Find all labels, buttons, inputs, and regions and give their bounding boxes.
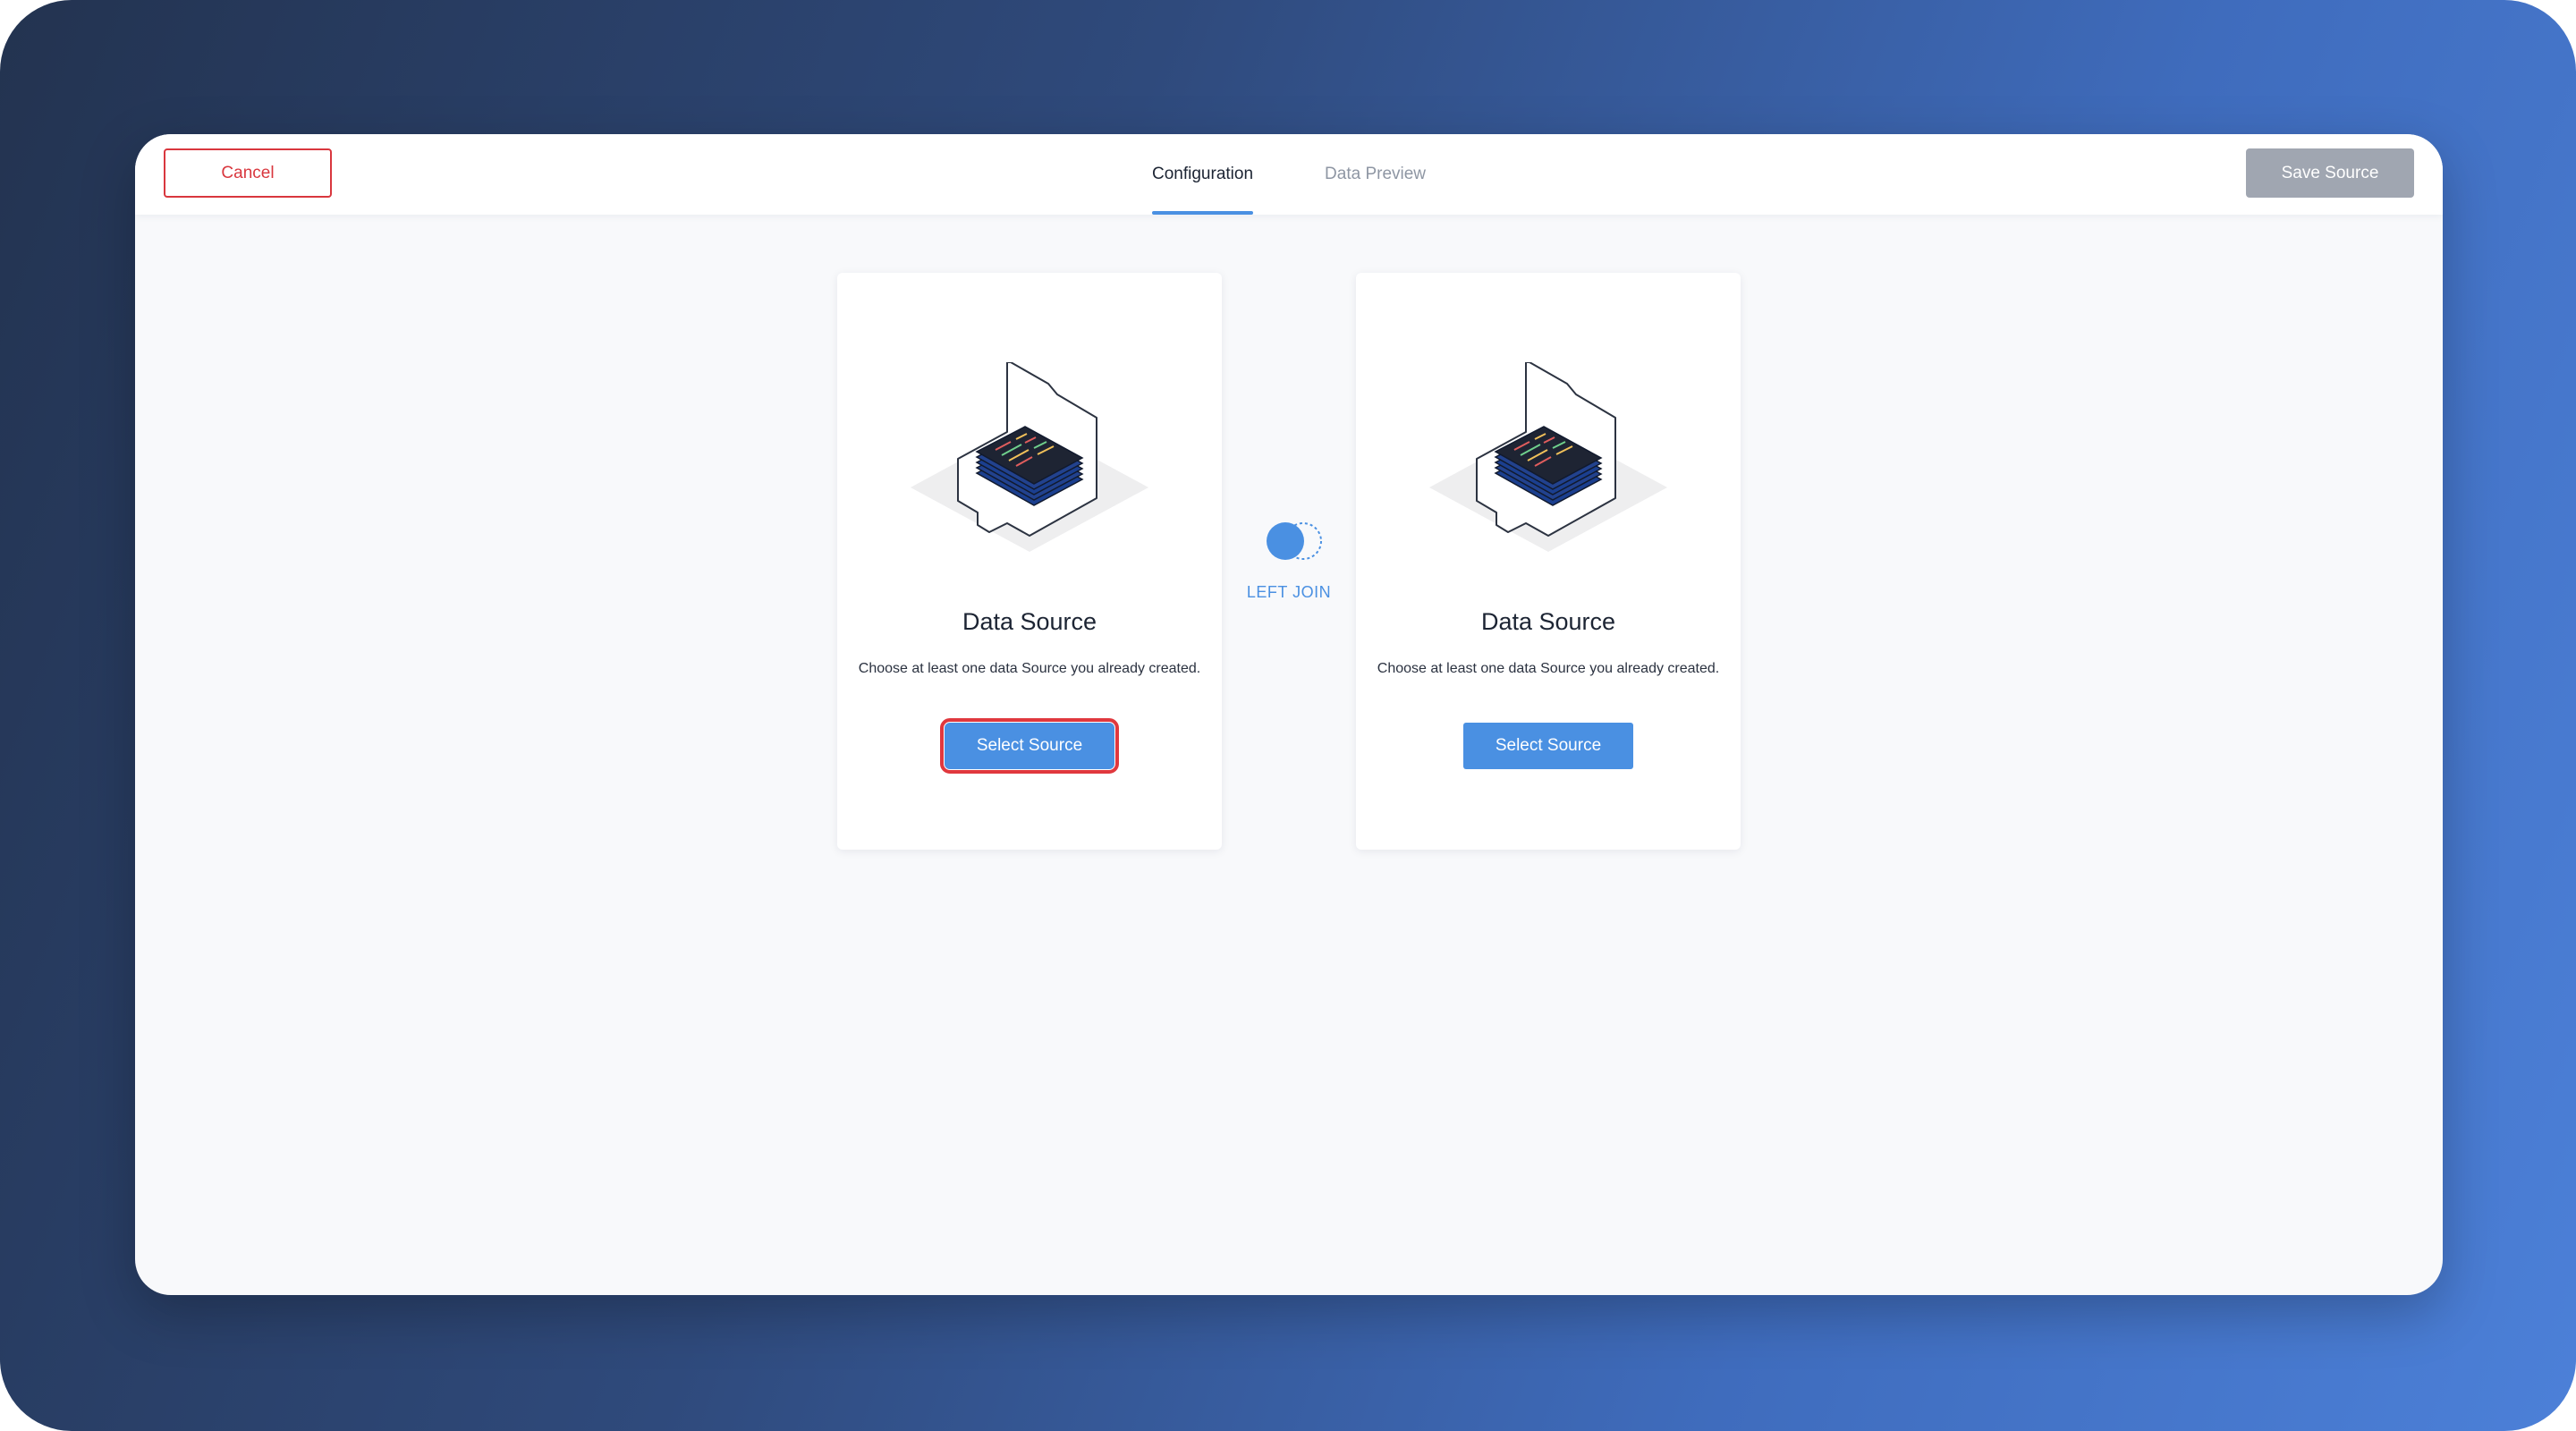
select-source-button-right[interactable]: Select Source bbox=[1463, 723, 1633, 769]
tab-configuration[interactable]: Configuration bbox=[1152, 134, 1254, 215]
data-source-card-left: Data Source Choose at least one data Sou… bbox=[837, 273, 1222, 850]
data-source-card-right: Data Source Choose at least one data Sou… bbox=[1356, 273, 1741, 850]
save-source-button[interactable]: Save Source bbox=[2246, 148, 2414, 198]
card-description: Choose at least one data Source you alre… bbox=[858, 661, 1201, 676]
card-description: Choose at least one data Source you alre… bbox=[1377, 661, 1720, 676]
database-laptop-illustration bbox=[911, 362, 1148, 552]
card-title: Data Source bbox=[962, 608, 1097, 635]
card-title: Data Source bbox=[1480, 608, 1616, 635]
header-bar: Cancel Configuration Data Preview Save S… bbox=[135, 134, 2443, 215]
tab-data-preview[interactable]: Data Preview bbox=[1325, 134, 1426, 215]
select-source-button-left[interactable]: Select Source bbox=[940, 718, 1119, 774]
database-laptop-illustration bbox=[1429, 362, 1667, 552]
cancel-button[interactable]: Cancel bbox=[164, 148, 332, 198]
join-indicator[interactable]: LEFT JOIN bbox=[1244, 519, 1334, 617]
desktop-background: Cancel Configuration Data Preview Save S… bbox=[0, 0, 2576, 1431]
data-source-window: Cancel Configuration Data Preview Save S… bbox=[135, 134, 2443, 1295]
tab-bar: Configuration Data Preview bbox=[1152, 134, 1497, 215]
left-join-icon[interactable] bbox=[1265, 519, 1324, 563]
join-type-label: LEFT JOIN bbox=[1246, 583, 1332, 601]
